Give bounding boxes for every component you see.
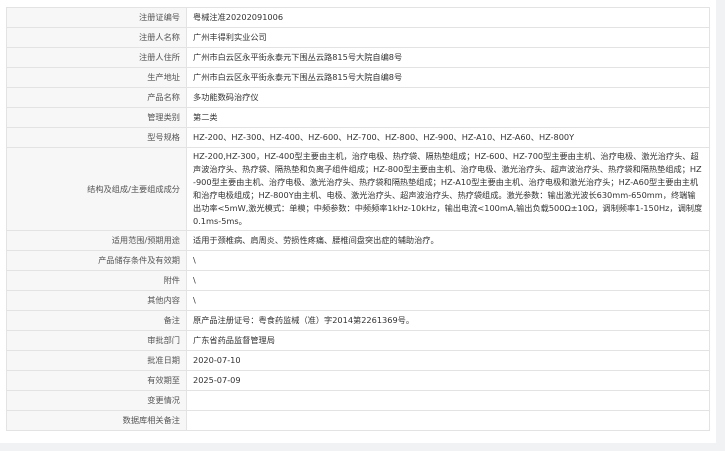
label-intended-use: 适用范围/预期用途 (6, 230, 187, 251)
label-registrant-name: 注册人名称 (6, 27, 187, 48)
table-row: 附件 \ (6, 270, 710, 291)
table-row: 有效期至 2025-07-09 (6, 370, 710, 391)
label-remarks: 备注 (6, 310, 187, 331)
label-structure-composition: 结构及组成/主要组成成分 (6, 147, 187, 231)
table-row: 结构及组成/主要组成成分 HZ-200,HZ-300，HZ-400型主要由主机，… (6, 147, 710, 231)
table-row: 管理类别 第二类 (6, 107, 710, 128)
table-row: 产品名称 多功能数码治疗仪 (6, 87, 710, 108)
label-approval-date: 批准日期 (6, 350, 187, 371)
value-production-address: 广州市白云区永平街永泰元下围丛云路815号大院自编8号 (186, 67, 710, 88)
label-storage-validity: 产品储存条件及有效期 (6, 250, 187, 271)
value-other-content: \ (186, 290, 710, 311)
label-valid-until: 有效期至 (6, 370, 187, 391)
table-row: 备注 原产品注册证号：粤食药监械（准）字2014第2261369号。 (6, 310, 710, 331)
registration-detail-table: 注册证编号 粤械注准20202091006 注册人名称 广州丰得利实业公司 注册… (6, 7, 710, 431)
table-row: 数据库相关备注 (6, 410, 710, 431)
label-product-name: 产品名称 (6, 87, 187, 108)
value-change-history (186, 390, 710, 411)
value-storage-validity: \ (186, 250, 710, 271)
value-intended-use: 适用于颈椎病、肩周炎、劳损性疼痛、腰椎间盘突出症的辅助治疗。 (186, 230, 710, 251)
value-database-remarks (186, 410, 710, 431)
table-row: 注册人名称 广州丰得利实业公司 (6, 27, 710, 48)
detail-panel: 注册证编号 粤械注准20202091006 注册人名称 广州丰得利实业公司 注册… (0, 0, 716, 443)
table-row: 注册证编号 粤械注准20202091006 (6, 7, 710, 28)
value-approval-date: 2020-07-10 (186, 350, 710, 371)
value-model-spec: HZ-200、HZ-300、HZ-400、HZ-600、HZ-700、HZ-80… (186, 127, 710, 148)
table-row: 注册人住所 广州市白云区永平街永泰元下围丛云路815号大院自编8号 (6, 47, 710, 68)
label-other-content: 其他内容 (6, 290, 187, 311)
table-row: 适用范围/预期用途 适用于颈椎病、肩周炎、劳损性疼痛、腰椎间盘突出症的辅助治疗。 (6, 230, 710, 251)
page-scroll-track[interactable] (717, 0, 725, 451)
label-registration-number: 注册证编号 (6, 7, 187, 28)
label-database-remarks: 数据库相关备注 (6, 410, 187, 431)
label-management-class: 管理类别 (6, 107, 187, 128)
label-production-address: 生产地址 (6, 67, 187, 88)
value-attachments: \ (186, 270, 710, 291)
value-product-name: 多功能数码治疗仪 (186, 87, 710, 108)
value-valid-until: 2025-07-09 (186, 370, 710, 391)
value-registrant-address: 广州市白云区永平街永泰元下围丛云路815号大院自编8号 (186, 47, 710, 68)
table-row: 生产地址 广州市白云区永平街永泰元下围丛云路815号大院自编8号 (6, 67, 710, 88)
value-remarks: 原产品注册证号：粤食药监械（准）字2014第2261369号。 (186, 310, 710, 331)
label-registrant-address: 注册人住所 (6, 47, 187, 68)
value-structure-composition: HZ-200,HZ-300，HZ-400型主要由主机，治疗电极、热疗袋、隔热垫组… (186, 147, 710, 231)
label-change-history: 变更情况 (6, 390, 187, 411)
value-management-class: 第二类 (186, 107, 710, 128)
table-row: 产品储存条件及有效期 \ (6, 250, 710, 271)
label-attachments: 附件 (6, 270, 187, 291)
value-registrant-name: 广州丰得利实业公司 (186, 27, 710, 48)
table-row: 其他内容 \ (6, 290, 710, 311)
table-row: 批准日期 2020-07-10 (6, 350, 710, 371)
label-approval-department: 审批部门 (6, 330, 187, 351)
table-row: 变更情况 (6, 390, 710, 411)
table-row: 型号规格 HZ-200、HZ-300、HZ-400、HZ-600、HZ-700、… (6, 127, 710, 148)
value-approval-department: 广东省药品监督管理局 (186, 330, 710, 351)
value-registration-number: 粤械注准20202091006 (186, 7, 710, 28)
table-row: 审批部门 广东省药品监督管理局 (6, 330, 710, 351)
label-model-spec: 型号规格 (6, 127, 187, 148)
